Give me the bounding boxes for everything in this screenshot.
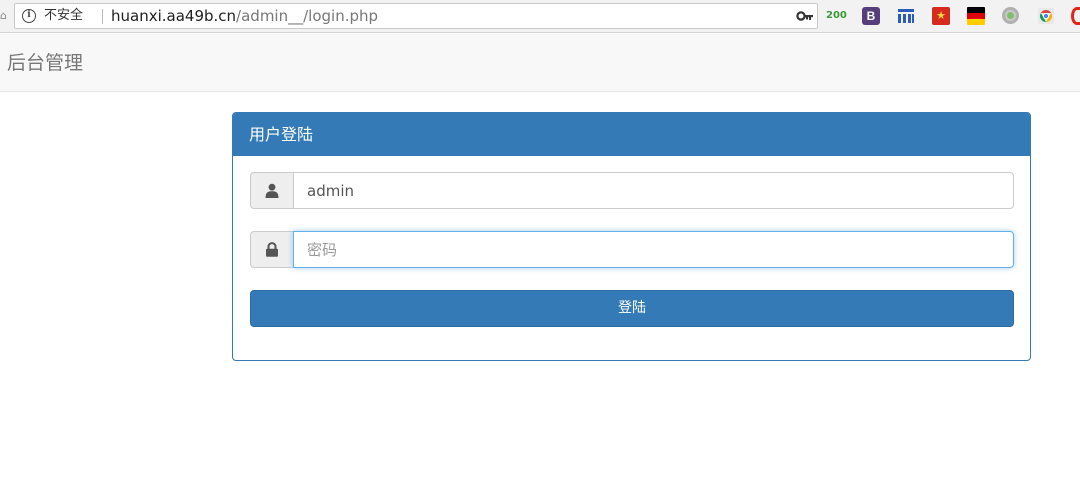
key-icon[interactable] — [796, 9, 814, 23]
password-addon — [250, 231, 293, 268]
lock-icon — [266, 242, 278, 257]
password-input-group — [250, 231, 1014, 268]
http-status-extension[interactable]: 200 — [826, 9, 848, 27]
security-label[interactable]: 不安全 — [44, 8, 83, 24]
star-extension-icon[interactable]: ★ — [932, 7, 950, 25]
home-icon[interactable]: ⌂ — [0, 9, 8, 23]
url-host: huanxi.aa49b.cn — [111, 7, 237, 25]
login-button[interactable]: 登陆 — [250, 290, 1014, 327]
login-panel-heading: 用户登陆 — [233, 113, 1030, 156]
opera-extension-icon[interactable] — [1071, 7, 1080, 25]
password-input[interactable] — [293, 231, 1014, 268]
navbar-brand[interactable]: 后台管理 — [7, 52, 83, 74]
address-bar[interactable]: i 不安全 huanxi.aa49b.cn/admin__/login.php — [14, 3, 818, 29]
circle-extension-icon[interactable] — [1002, 7, 1019, 24]
bootstrap-extension-icon[interactable]: B — [862, 7, 880, 25]
info-icon[interactable]: i — [22, 9, 36, 23]
username-input-group — [250, 172, 1014, 209]
url-path: /admin__/login.php — [236, 7, 379, 25]
browser-toolbar: ⌂ i 不安全 huanxi.aa49b.cn/admin__/login.ph… — [0, 0, 1080, 33]
username-input[interactable] — [293, 172, 1014, 209]
german-flag-icon[interactable] — [967, 7, 985, 25]
username-addon — [250, 172, 293, 209]
url-text[interactable]: huanxi.aa49b.cn/admin__/login.php — [111, 7, 378, 26]
login-panel: 用户登陆 登陆 — [232, 112, 1031, 361]
grid-extension-icon[interactable] — [897, 7, 915, 25]
circle-extension-dot — [1007, 12, 1014, 19]
address-separator — [102, 9, 103, 24]
user-icon — [265, 183, 279, 198]
chrome-extension-icon[interactable] — [1037, 7, 1055, 25]
navbar: 后台管理 — [0, 34, 1080, 92]
